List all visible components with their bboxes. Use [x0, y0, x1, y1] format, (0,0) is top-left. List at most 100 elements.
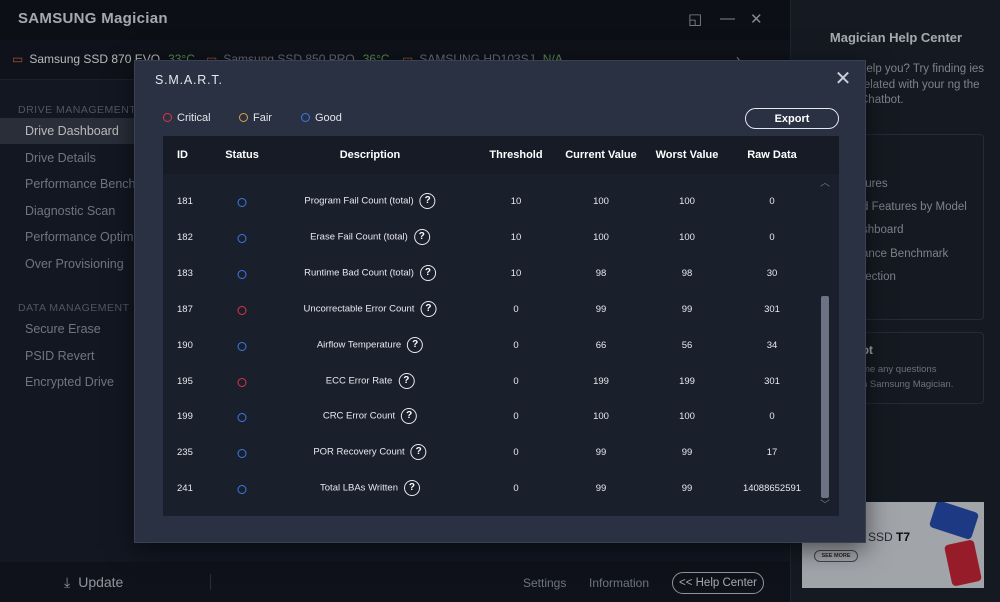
cell-raw-data: 34	[766, 339, 778, 351]
cell-current-value: 99	[595, 483, 607, 495]
cell-raw-data: 17	[766, 447, 778, 459]
cell-threshold: 0	[513, 303, 519, 315]
column-header-raw-data: Raw Data	[747, 149, 797, 161]
cell-worst-value: 100	[679, 231, 695, 243]
table-row: 182 Erase Fail Count (total)? 10 100 100 0	[163, 220, 813, 256]
critical-status-icon	[237, 377, 247, 387]
good-status-icon	[301, 113, 310, 122]
cell-id: 182	[177, 231, 193, 243]
description-text: ECC Error Rate	[325, 375, 393, 386]
cell-current-value: 100	[593, 411, 609, 423]
description-text: Erase Fail Count (total)	[310, 231, 408, 243]
column-header-current-value: Current Value	[565, 149, 637, 161]
help-question-icon[interactable]: ?	[419, 193, 436, 209]
help-question-icon[interactable]: ?	[398, 372, 415, 389]
cell-current-value: 66	[595, 339, 607, 351]
cell-id: 241	[177, 483, 193, 495]
cell-raw-data: 301	[764, 375, 780, 387]
cell-current-value: 99	[595, 447, 607, 459]
cell-threshold: 10	[510, 231, 522, 243]
help-question-icon[interactable]: ?	[407, 336, 424, 353]
legend-critical: Critical	[163, 112, 211, 124]
cell-raw-data: 0	[769, 231, 775, 243]
table-row: 235 POR Recovery Count? 0 99 99 17	[163, 435, 813, 471]
legend-good: Good	[301, 112, 342, 124]
cell-worst-value: 199	[679, 375, 695, 387]
good-status-icon	[237, 341, 247, 351]
cell-worst-value: 99	[681, 303, 693, 315]
table-row: 181 Program Fail Count (total)? 10 100 100 0	[163, 184, 813, 220]
scroll-up-icon[interactable]: ︿	[818, 178, 832, 190]
column-header-id: ID	[177, 149, 188, 161]
cell-description: Airflow Temperature?	[317, 336, 424, 353]
description-text: Uncorrectable Error Count	[303, 303, 415, 315]
cell-id: 181	[177, 196, 193, 207]
critical-status-icon	[237, 305, 247, 315]
cell-threshold: 0	[513, 375, 519, 387]
good-status-icon	[237, 198, 247, 207]
table-row: 199 CRC Error Count? 0 100 100 0	[163, 399, 813, 435]
cell-id: 190	[177, 339, 193, 351]
cell-worst-value: 99	[681, 447, 693, 459]
table-row: 195 ECC Error Rate? 0 199 199 301	[163, 364, 813, 400]
help-question-icon[interactable]: ?	[410, 444, 427, 461]
cell-raw-data: 301	[764, 303, 780, 315]
cell-id: 183	[177, 267, 193, 279]
good-status-icon	[237, 449, 247, 459]
close-icon[interactable]: ✕	[833, 69, 853, 89]
cell-threshold: 0	[513, 483, 519, 495]
table-header: ID Status Description Threshold Current …	[163, 136, 839, 174]
description-text: Runtime Bad Count (total)	[304, 267, 414, 279]
cell-raw-data: 0	[769, 196, 775, 207]
cell-id: 195	[177, 375, 193, 387]
table-row: 190 Airflow Temperature? 0 66 56 34	[163, 328, 813, 364]
cell-id: 187	[177, 303, 193, 315]
export-button[interactable]: Export	[745, 108, 839, 129]
cell-current-value: 99	[595, 303, 607, 315]
cell-worst-value: 100	[679, 196, 695, 207]
table-scrollbar[interactable]: ︿ ﹀	[818, 178, 832, 512]
legend-fair: Fair	[239, 112, 272, 124]
table-row: 183 Runtime Bad Count (total)? 10 98 98 30	[163, 256, 813, 292]
cell-description: ECC Error Rate?	[325, 372, 415, 389]
column-header-worst-value: Worst Value	[655, 149, 719, 161]
cell-description: Uncorrectable Error Count?	[303, 300, 437, 317]
cell-current-value: 100	[593, 196, 609, 207]
cell-description: CRC Error Count?	[322, 408, 418, 425]
cell-description: Runtime Bad Count (total)?	[304, 264, 436, 281]
cell-description: POR Recovery Count?	[313, 444, 427, 461]
cell-raw-data: 30	[766, 267, 778, 279]
column-header-status: Status	[225, 149, 259, 161]
cell-description: Program Fail Count (total)?	[304, 193, 436, 209]
column-header-threshold: Threshold	[489, 149, 543, 161]
help-question-icon[interactable]: ?	[403, 480, 420, 497]
good-status-icon	[237, 269, 247, 279]
cell-current-value: 98	[595, 267, 607, 279]
help-question-icon[interactable]: ?	[413, 228, 430, 245]
help-question-icon[interactable]: ?	[420, 300, 437, 317]
cell-id: 235	[177, 447, 193, 459]
description-text: Program Fail Count (total)	[304, 195, 414, 207]
scroll-down-icon[interactable]: ﹀	[818, 500, 832, 512]
cell-threshold: 10	[510, 196, 522, 207]
cell-raw-data: 0	[769, 411, 775, 423]
description-text: CRC Error Count	[322, 410, 396, 422]
cell-threshold: 0	[513, 411, 519, 423]
cell-threshold: 0	[513, 339, 519, 351]
smart-table: ID Status Description Threshold Current …	[163, 136, 839, 516]
good-status-icon	[237, 413, 247, 423]
help-question-icon[interactable]: ?	[419, 264, 436, 281]
cell-threshold: 10	[510, 267, 522, 279]
cell-current-value: 199	[593, 375, 609, 387]
cell-worst-value: 98	[681, 267, 693, 279]
fair-status-icon	[239, 113, 248, 122]
cell-raw-data: 14088652591	[742, 483, 802, 495]
cell-id: 199	[177, 411, 193, 423]
scrollbar-thumb[interactable]	[821, 296, 829, 498]
cell-worst-value: 56	[681, 339, 693, 351]
column-header-description: Description	[339, 149, 401, 161]
critical-status-icon	[163, 113, 172, 122]
help-question-icon[interactable]: ?	[401, 408, 418, 425]
cell-threshold: 0	[513, 447, 519, 459]
cell-worst-value: 100	[679, 411, 695, 423]
